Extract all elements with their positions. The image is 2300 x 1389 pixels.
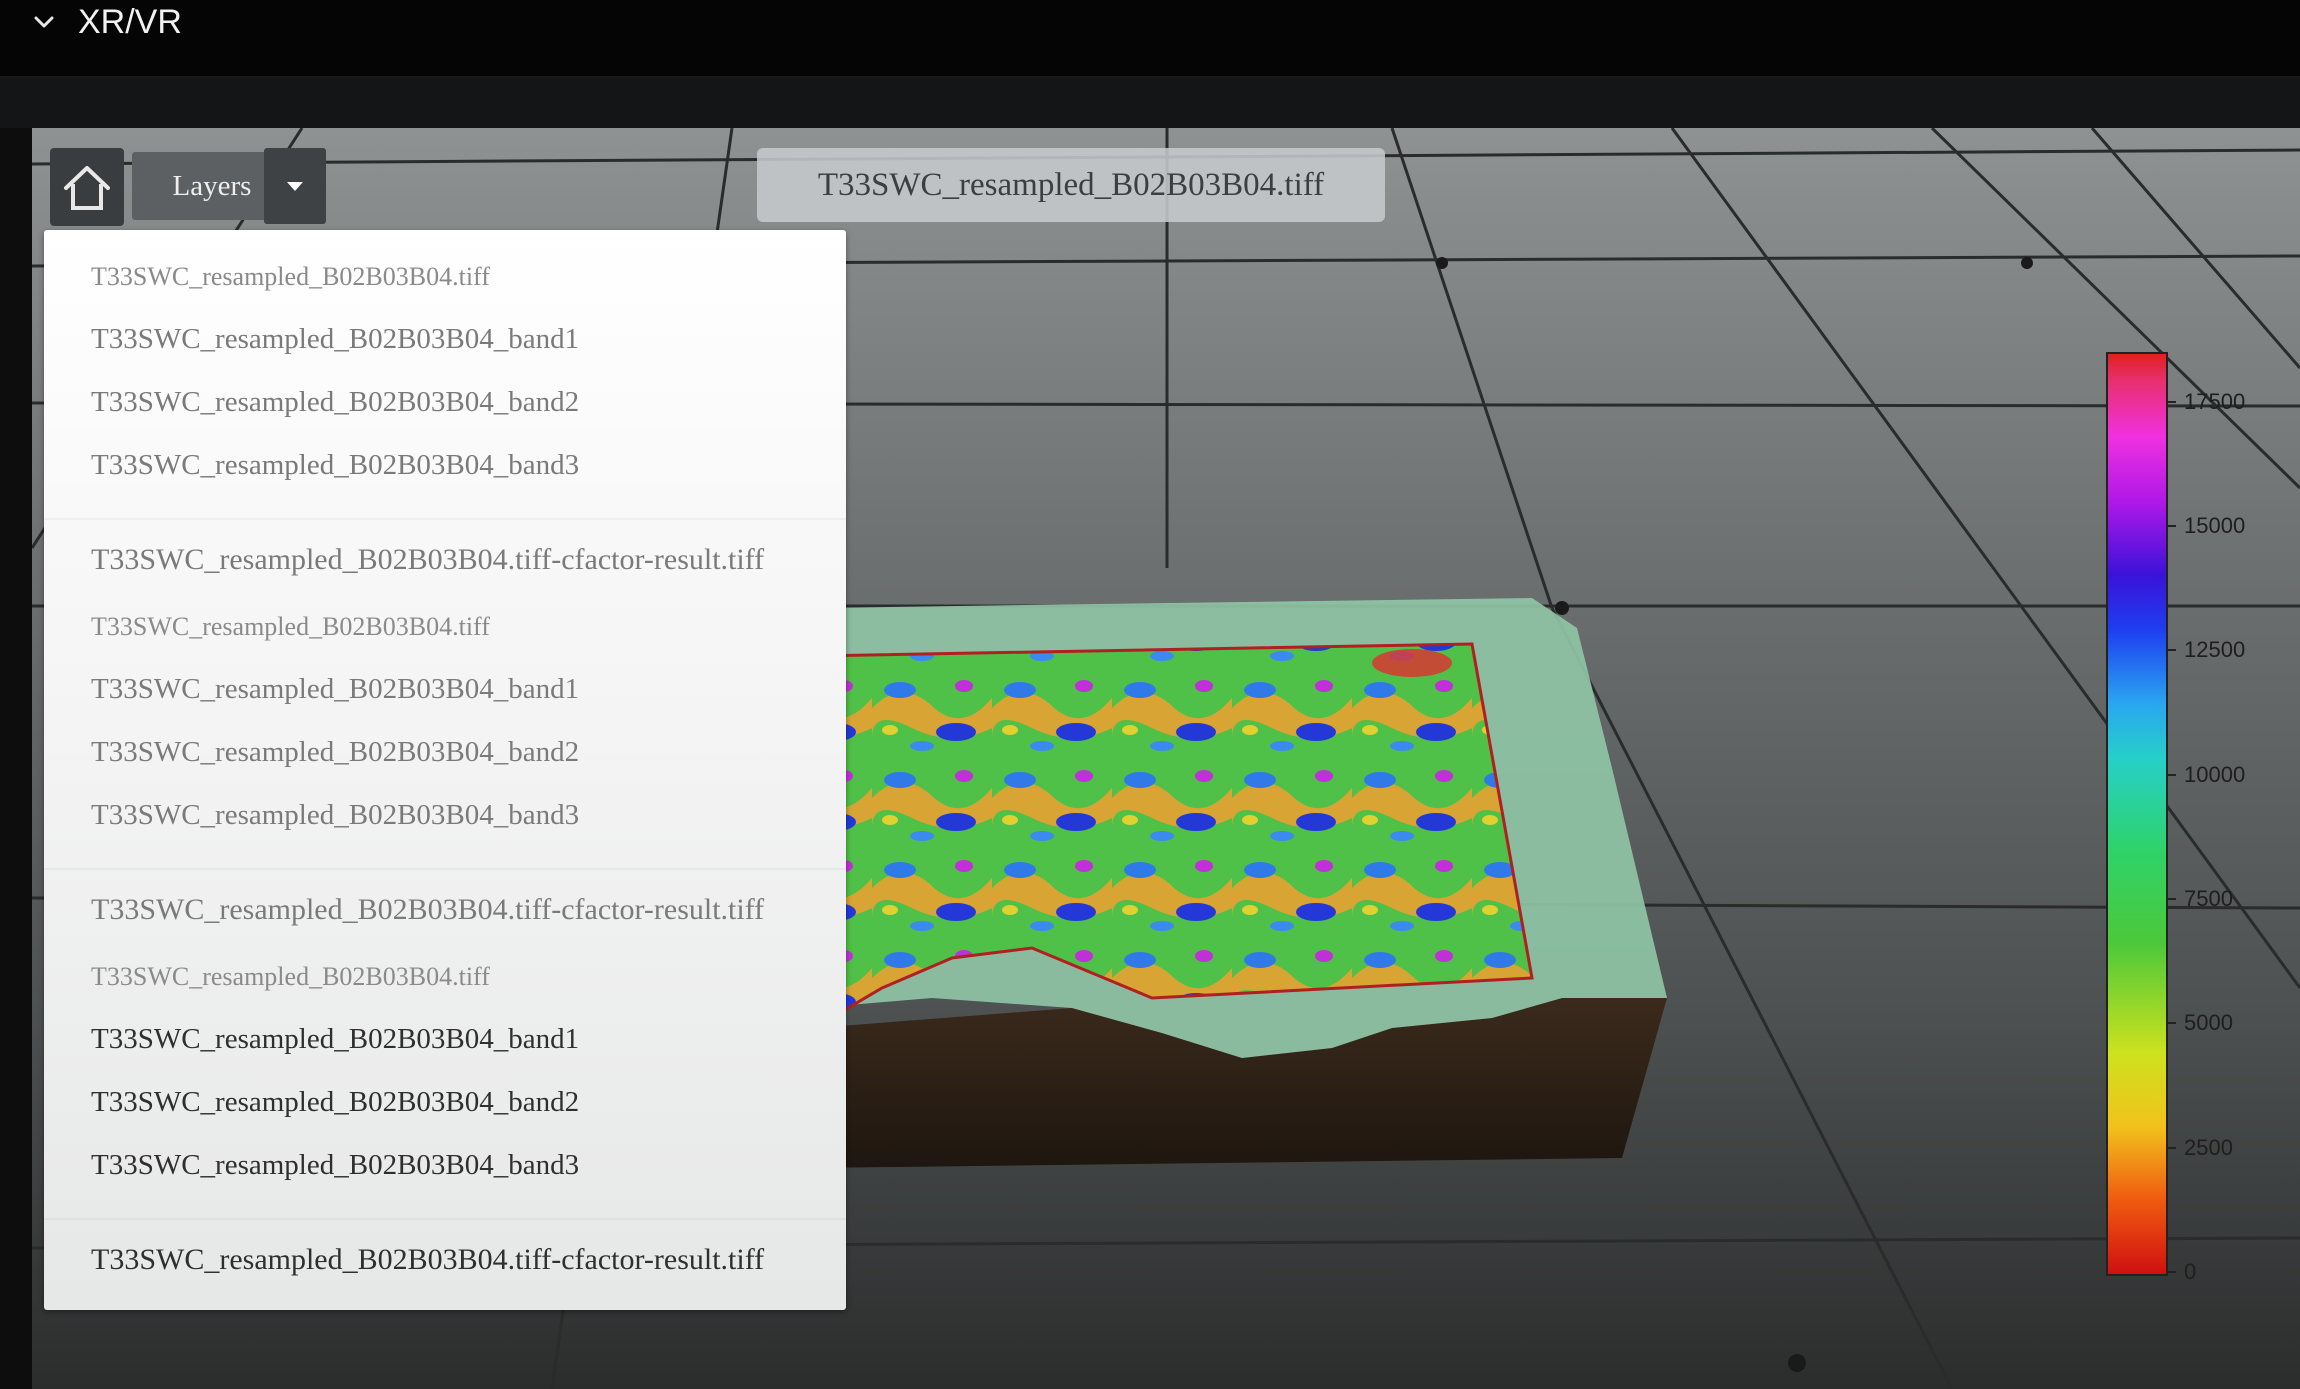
- layer-group-header[interactable]: T33SWC_resampled_B02B03B04.tiff: [91, 262, 490, 292]
- caret-down-icon: [287, 182, 303, 191]
- menu-divider: [44, 868, 846, 870]
- menu-divider: [44, 518, 846, 520]
- color-scale-tick: [2166, 1146, 2176, 1149]
- layer-band-item[interactable]: T33SWC_resampled_B02B03B04_band3: [91, 449, 579, 482]
- home-button[interactable]: [50, 148, 124, 226]
- color-scale-tick: [2166, 1271, 2176, 1273]
- layer-band-item[interactable]: T33SWC_resampled_B02B03B04_band3: [91, 1149, 579, 1182]
- layer-group-header[interactable]: T33SWC_resampled_B02B03B04.tiff: [91, 962, 490, 992]
- chevron-down-icon[interactable]: [30, 8, 58, 36]
- layer-band-item[interactable]: T33SWC_resampled_B02B03B04_band1: [91, 1023, 579, 1056]
- color-scale-tick-label: 15000: [2184, 513, 2246, 539]
- layer-band-item[interactable]: T33SWC_resampled_B02B03B04_band2: [91, 386, 579, 419]
- color-scale-tick-label: 5000: [2184, 1010, 2233, 1036]
- color-scale-tick: [2166, 649, 2176, 652]
- layer-group-header[interactable]: T33SWC_resampled_B02B03B04.tiff: [91, 612, 490, 642]
- color-scale-tick: [2166, 525, 2176, 528]
- menu-divider: [44, 1218, 846, 1220]
- layer-result-item[interactable]: T33SWC_resampled_B02B03B04.tiff-cfactor-…: [91, 543, 764, 577]
- color-scale-tick-label: 0: [2184, 1259, 2197, 1284]
- layers-dropdown-toggle[interactable]: [264, 148, 326, 224]
- top-header: XR/VR: [0, 0, 2300, 78]
- layer-band-item[interactable]: T33SWC_resampled_B02B03B04_band1: [91, 323, 579, 356]
- layer-band-item[interactable]: T33SWC_resampled_B02B03B04_band2: [91, 1086, 579, 1119]
- layer-result-item[interactable]: T33SWC_resampled_B02B03B04.tiff-cfactor-…: [91, 893, 764, 927]
- color-scale-tick: [2166, 773, 2176, 776]
- color-scale-tick-label: 10000: [2184, 761, 2246, 787]
- color-scale-tick: [2166, 1022, 2176, 1025]
- color-scale-tick-label: 2500: [2184, 1134, 2233, 1160]
- layer-result-item[interactable]: T33SWC_resampled_B02B03B04.tiff-cfactor-…: [91, 1243, 764, 1277]
- active-layer-title: T33SWC_resampled_B02B03B04.tiff: [757, 148, 1385, 222]
- color-scale-tick-label: 7500: [2184, 886, 2233, 912]
- color-scale-tick-label: 12500: [2184, 637, 2246, 663]
- panel-title: XR/VR: [78, 3, 182, 41]
- layers-menu: T33SWC_resampled_B02B03B04.tiff T33SWC_r…: [44, 230, 846, 1310]
- panel-spacer: [0, 78, 2300, 128]
- color-scale-tick: [2166, 400, 2176, 403]
- color-scale-tick-label: 17500: [2184, 388, 2246, 414]
- color-scale-tick: [2166, 898, 2176, 901]
- layer-band-item[interactable]: T33SWC_resampled_B02B03B04_band3: [91, 799, 579, 832]
- layer-band-item[interactable]: T33SWC_resampled_B02B03B04_band1: [91, 673, 579, 706]
- color-scale-bar: [2106, 352, 2168, 1276]
- 3d-viewport[interactable]: Layers T33SWC_resampled_B02B03B04.tiff T…: [32, 128, 2300, 1389]
- layer-band-item[interactable]: T33SWC_resampled_B02B03B04_band2: [91, 736, 579, 769]
- home-icon: [64, 166, 110, 210]
